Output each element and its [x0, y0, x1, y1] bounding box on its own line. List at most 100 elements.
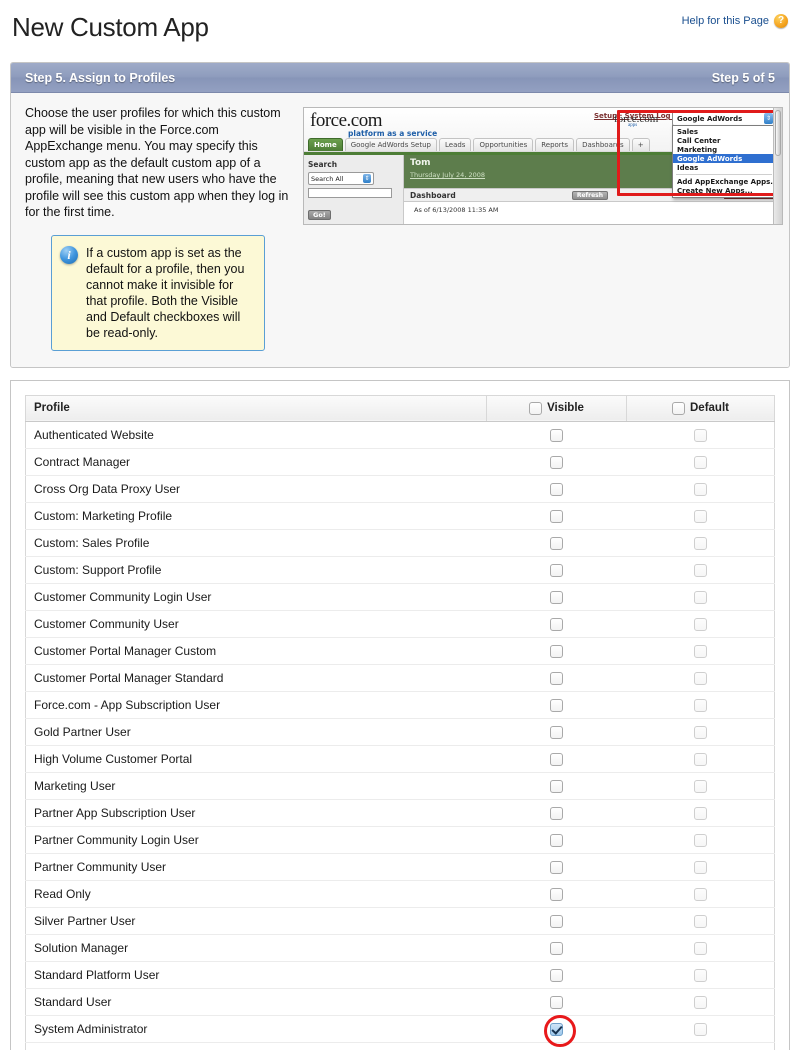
visible-checkbox[interactable] [550, 968, 563, 982]
visible-checkbox[interactable] [550, 806, 563, 820]
visible-checkbox[interactable] [550, 1022, 563, 1036]
visible-checkbox[interactable] [550, 428, 563, 442]
visible-checkbox[interactable] [550, 698, 563, 712]
default-checkbox[interactable] [693, 428, 707, 442]
default-checkbox-cell [626, 664, 775, 692]
default-checkbox-cell [626, 1015, 775, 1043]
default-checkbox[interactable] [693, 752, 707, 766]
visible-checkbox-cell [486, 853, 627, 881]
default-checkbox[interactable] [693, 509, 707, 523]
visible-checkbox-cell [486, 772, 627, 800]
default-checkbox-cell [626, 583, 775, 611]
visible-checkbox[interactable] [550, 752, 563, 766]
question-mark-icon[interactable]: ? [774, 14, 788, 28]
visible-checkbox[interactable] [550, 509, 563, 523]
visible-checkbox-cell [486, 529, 627, 557]
default-checkbox[interactable] [693, 941, 707, 955]
default-checkbox[interactable] [693, 779, 707, 793]
default-checkbox[interactable] [693, 536, 707, 550]
visible-checkbox[interactable] [550, 833, 563, 847]
chevron-updown-icon: ⇕ [764, 113, 773, 124]
default-checkbox[interactable] [693, 590, 707, 604]
table-row: Partner App Subscription User [25, 799, 775, 827]
help-for-this-page[interactable]: Help for this Page ? [682, 14, 788, 28]
default-checkbox-cell [626, 961, 775, 989]
default-checkbox-cell [626, 853, 775, 881]
default-checkbox[interactable] [693, 671, 707, 685]
visible-checkbox-cell [486, 1042, 627, 1050]
profile-name-cell: Marketing User [25, 772, 487, 800]
visible-checkbox[interactable] [550, 482, 563, 496]
column-header-profile: Profile [25, 395, 487, 422]
default-checkbox[interactable] [693, 644, 707, 658]
visible-checkbox-cell [486, 583, 627, 611]
visible-checkbox[interactable] [550, 671, 563, 685]
visible-checkbox[interactable] [550, 725, 563, 739]
thumb-app-logo: force.com apps [614, 113, 658, 128]
visible-checkbox[interactable] [550, 536, 563, 550]
visible-checkbox-cell [486, 826, 627, 854]
thumb-app-picker-select: Google AdWords ⇕ [672, 111, 776, 126]
select-all-default-checkbox[interactable] [672, 401, 685, 415]
table-header-row: Profile Visible Default [25, 395, 775, 422]
visible-checkbox[interactable] [550, 779, 563, 793]
default-checkbox-cell [626, 448, 775, 476]
profile-name-cell: Partner Community User [25, 853, 487, 881]
thumb-app-item-ideas: Ideas [677, 163, 699, 172]
default-checkbox[interactable] [693, 725, 707, 739]
default-checkbox[interactable] [693, 806, 707, 820]
thumb-tab-home: Home [308, 138, 343, 151]
profile-name-cell: Force.com - App Subscription User [25, 691, 487, 719]
default-checkbox[interactable] [693, 563, 707, 577]
visible-checkbox[interactable] [550, 860, 563, 874]
table-row: Custom: Marketing Profile [25, 502, 775, 530]
profile-name-cell: System Administrator [25, 1015, 487, 1043]
instructions-text: Choose the user profiles for which this … [25, 106, 289, 219]
profile-name-cell: Cross Org Data Proxy User [25, 475, 487, 503]
visible-checkbox[interactable] [550, 590, 563, 604]
visible-checkbox[interactable] [550, 617, 563, 631]
default-checkbox[interactable] [693, 455, 707, 469]
step-title: Step 5. Assign to Profiles [25, 70, 176, 85]
default-checkbox[interactable] [693, 482, 707, 496]
visible-checkbox[interactable] [550, 644, 563, 658]
profiles-table-head: Profile Visible Default [25, 395, 775, 422]
visible-checkbox[interactable] [550, 563, 563, 577]
visible-checkbox[interactable] [550, 887, 563, 901]
default-checkbox-cell [626, 1042, 775, 1050]
table-row: Custom: Support Profile [25, 556, 775, 584]
default-checkbox[interactable] [693, 887, 707, 901]
table-row: Marketing User [25, 772, 775, 800]
table-row: Custom: Sales Profile [25, 529, 775, 557]
table-row: Partner Community User [25, 853, 775, 881]
help-link[interactable]: Help for this Page [682, 15, 769, 27]
column-header-visible: Visible [486, 395, 627, 422]
profiles-table-body: Authenticated Website Contract Manager Cro… [25, 421, 775, 1050]
visible-checkbox[interactable] [550, 455, 563, 469]
chevron-updown-icon: ⇕ [363, 174, 371, 183]
thumb-app-item-callcenter: Call Center [677, 136, 721, 145]
default-checkbox[interactable] [693, 833, 707, 847]
default-checkbox[interactable] [693, 968, 707, 982]
table-row: Read Only [25, 880, 775, 908]
thumb-app-action-create: Create New Apps... [677, 186, 753, 195]
visible-checkbox[interactable] [550, 941, 563, 955]
default-checkbox[interactable] [693, 860, 707, 874]
profiles-table-container: Profile Visible Default Authenticated We… [10, 379, 790, 1050]
visible-checkbox[interactable] [550, 914, 563, 928]
default-checkbox[interactable] [693, 617, 707, 631]
default-checkbox-cell [626, 934, 775, 962]
visible-checkbox[interactable] [550, 995, 563, 1009]
example-screenshot-image: force.com platform as a service Setup · … [303, 107, 783, 225]
profiles-table: Profile Visible Default Authenticated We… [25, 394, 775, 1050]
profile-name-cell: Customer Portal Manager Standard [25, 664, 487, 692]
profile-name-cell: Custom: Sales Profile [25, 529, 487, 557]
select-all-visible-checkbox[interactable] [529, 401, 543, 415]
table-row: Authenticated Website [25, 421, 775, 449]
default-checkbox[interactable] [693, 1022, 707, 1036]
default-checkbox[interactable] [693, 698, 707, 712]
visible-checkbox-cell [486, 664, 627, 692]
default-checkbox[interactable] [693, 995, 707, 1009]
table-row: Solution Manager [25, 934, 775, 962]
default-checkbox[interactable] [693, 914, 707, 928]
